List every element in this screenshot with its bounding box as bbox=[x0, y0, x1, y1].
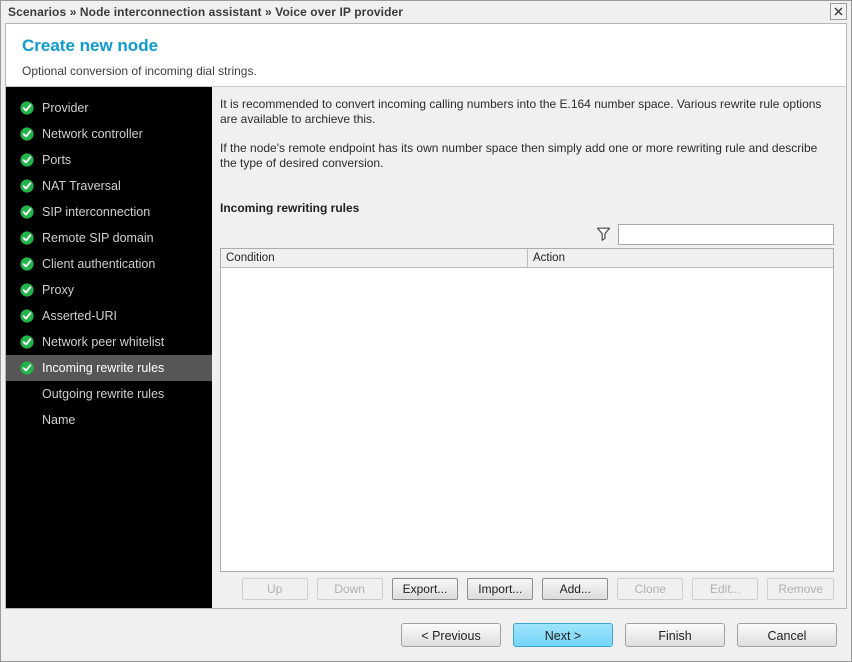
rules-table-buttons: Up Down Export... Import... Add... Clone Edit.… bbox=[220, 572, 834, 608]
wizard-footer: < Previous Next > Finish Cancel bbox=[1, 609, 851, 661]
step-complete-check-icon bbox=[20, 127, 34, 141]
sidebar-item-label: Network controller bbox=[42, 127, 143, 141]
funnel-icon[interactable] bbox=[593, 224, 613, 244]
step-complete-check-icon bbox=[20, 205, 34, 219]
sidebar-item-label: Name bbox=[42, 413, 76, 427]
check-circle-glyph bbox=[20, 205, 34, 219]
intro-paragraph-1: It is recommended to convert incoming ca… bbox=[220, 97, 822, 126]
rules-table-body[interactable] bbox=[221, 268, 833, 571]
sidebar-item-remote-sip-domain[interactable]: Remote SIP domain bbox=[6, 225, 212, 251]
sidebar-item-label: Outgoing rewrite rules bbox=[42, 387, 165, 401]
export-button[interactable]: Export... bbox=[391, 578, 459, 600]
down-button: Down bbox=[316, 578, 383, 600]
clone-button: Clone bbox=[617, 578, 684, 600]
page-header: Create new node Optional conversion of i… bbox=[5, 23, 847, 86]
step-complete-check-icon bbox=[20, 179, 34, 193]
page-subtitle: Optional conversion of incoming dial str… bbox=[22, 64, 257, 78]
sidebar-item-label: Client authentication bbox=[42, 257, 156, 271]
sidebar-item-label: Provider bbox=[42, 101, 89, 115]
step-complete-check-icon bbox=[20, 153, 34, 167]
wizard-window: Scenarios » Node interconnection assista… bbox=[0, 0, 852, 662]
window-titlebar: Scenarios » Node interconnection assista… bbox=[1, 1, 851, 23]
import-button[interactable]: Import... bbox=[467, 578, 534, 600]
sidebar-item-label: Proxy bbox=[42, 283, 74, 297]
step-complete-check-icon bbox=[20, 101, 34, 115]
check-circle-glyph bbox=[20, 361, 34, 375]
sidebar-item-label: SIP interconnection bbox=[42, 205, 151, 219]
column-header-condition[interactable]: Condition bbox=[221, 249, 528, 267]
check-circle-glyph bbox=[20, 231, 34, 245]
sidebar-item-name[interactable]: Name bbox=[6, 407, 212, 433]
check-circle-glyph bbox=[20, 101, 34, 115]
sidebar-item-asserted-uri[interactable]: Asserted-URI bbox=[6, 303, 212, 329]
check-circle-glyph bbox=[20, 283, 34, 297]
cancel-button[interactable]: Cancel bbox=[737, 623, 837, 647]
sidebar-item-label: Asserted-URI bbox=[42, 309, 118, 323]
step-complete-check-icon bbox=[20, 257, 34, 271]
sidebar-item-outgoing-rewrite-rules[interactable]: Outgoing rewrite rules bbox=[6, 381, 212, 407]
check-circle-glyph bbox=[20, 127, 34, 141]
funnel-glyph bbox=[596, 227, 610, 241]
rules-section-label: Incoming rewriting rules bbox=[220, 201, 360, 215]
rules-table: Condition Action bbox=[220, 248, 834, 572]
check-circle-glyph bbox=[20, 257, 34, 271]
sidebar-item-network-peer-whitelist[interactable]: Network peer whitelist bbox=[6, 329, 212, 355]
rules-table-header: Condition Action bbox=[221, 249, 833, 268]
sidebar-item-incoming-rewrite-rules[interactable]: Incoming rewrite rules bbox=[6, 355, 212, 381]
filter-input[interactable] bbox=[618, 223, 834, 245]
check-circle-glyph bbox=[20, 179, 34, 193]
close-glyph bbox=[834, 7, 843, 16]
filter-row bbox=[220, 223, 834, 245]
wizard-body: Provider Network controller Ports NAT Trave… bbox=[5, 86, 847, 609]
step-complete-check-icon bbox=[20, 335, 34, 349]
up-button: Up bbox=[241, 578, 308, 600]
check-circle-glyph bbox=[20, 335, 34, 349]
step-complete-check-icon bbox=[20, 283, 34, 297]
sidebar-item-client-authentication[interactable]: Client authentication bbox=[6, 251, 212, 277]
sidebar-item-label: NAT Traversal bbox=[42, 179, 121, 193]
remove-button: Remove bbox=[767, 578, 834, 600]
previous-button[interactable]: < Previous bbox=[401, 623, 501, 647]
wizard-content: It is recommended to convert incoming ca… bbox=[212, 87, 846, 608]
edit-button: Edit... bbox=[692, 578, 759, 600]
sidebar-item-provider[interactable]: Provider bbox=[6, 95, 212, 121]
add-button[interactable]: Add... bbox=[542, 578, 609, 600]
intro-paragraph-2: If the node's remote endpoint has its ow… bbox=[220, 141, 818, 170]
page-title: Create new node bbox=[22, 36, 159, 55]
sidebar-item-label: Network peer whitelist bbox=[42, 335, 165, 349]
wizard-steps-sidebar: Provider Network controller Ports NAT Trave… bbox=[6, 87, 212, 608]
step-complete-check-icon bbox=[20, 309, 34, 323]
finish-button[interactable]: Finish bbox=[625, 623, 725, 647]
sidebar-item-ports[interactable]: Ports bbox=[6, 147, 212, 173]
check-circle-glyph bbox=[20, 309, 34, 323]
sidebar-item-label: Remote SIP domain bbox=[42, 231, 154, 245]
sidebar-item-label: Incoming rewrite rules bbox=[42, 361, 165, 375]
next-button[interactable]: Next > bbox=[513, 623, 613, 647]
sidebar-item-label: Ports bbox=[42, 153, 72, 167]
step-complete-check-icon bbox=[20, 231, 34, 245]
sidebar-item-network-controller[interactable]: Network controller bbox=[6, 121, 212, 147]
sidebar-item-proxy[interactable]: Proxy bbox=[6, 277, 212, 303]
sidebar-item-sip-interconnection[interactable]: SIP interconnection bbox=[6, 199, 212, 225]
check-circle-glyph bbox=[20, 153, 34, 167]
step-complete-check-icon bbox=[20, 361, 34, 375]
column-header-action[interactable]: Action bbox=[528, 249, 833, 267]
breadcrumb: Scenarios » Node interconnection assista… bbox=[8, 5, 404, 19]
sidebar-item-nat-traversal[interactable]: NAT Traversal bbox=[6, 173, 212, 199]
close-icon[interactable] bbox=[830, 3, 847, 20]
